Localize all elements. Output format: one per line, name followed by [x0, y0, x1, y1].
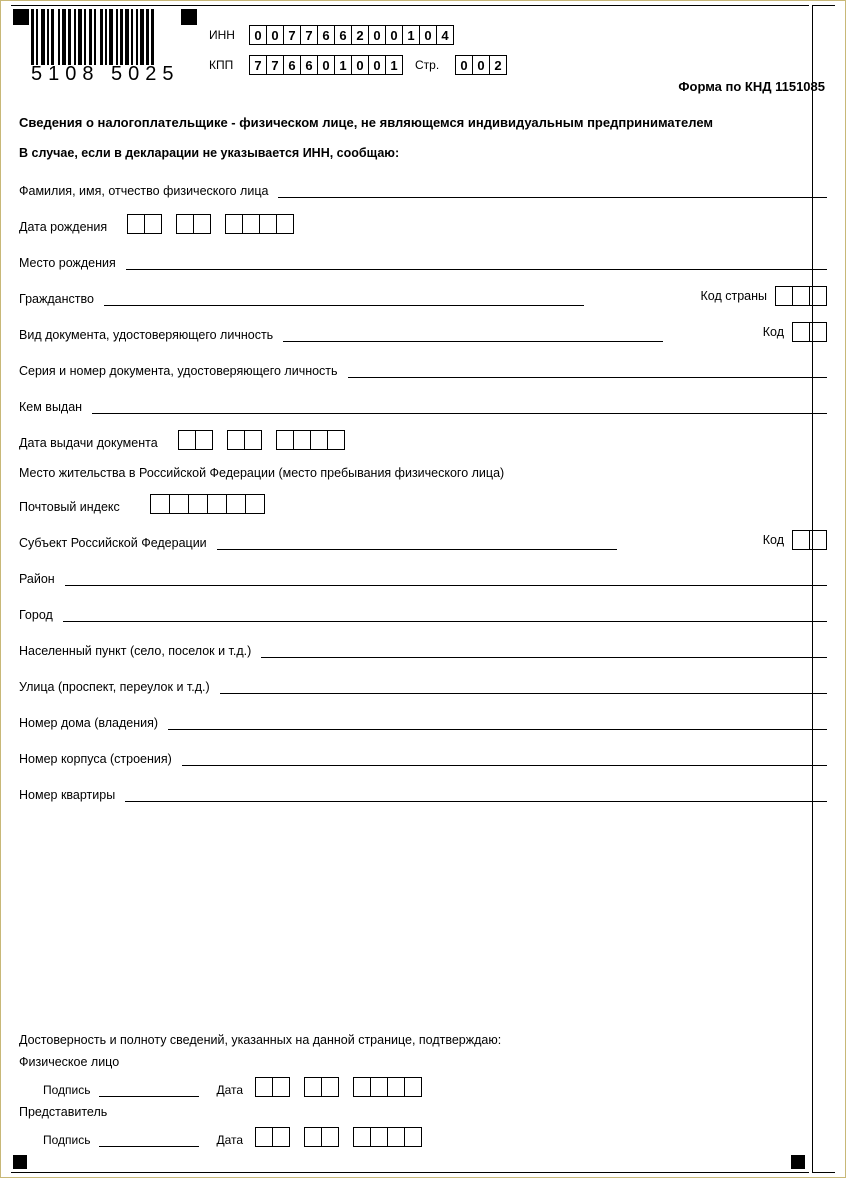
- residence-heading: Место жительства в Российской Федерации …: [19, 466, 827, 480]
- digit-cell: 1: [385, 55, 403, 75]
- digit-cell: 0: [385, 25, 403, 45]
- form-body: Сведения о налогоплательщике - физическо…: [19, 115, 827, 818]
- settlement-input-line[interactable]: [261, 643, 827, 658]
- digit-cell: 6: [334, 25, 352, 45]
- sig-date-label: Дата: [217, 1083, 244, 1097]
- subject-code-cells[interactable]: [792, 530, 827, 550]
- doc-type-label: Вид документа, удостоверяющего личность: [19, 328, 273, 342]
- digit-cell: 0: [266, 25, 284, 45]
- digit-cell: 2: [489, 55, 507, 75]
- marker-square: [791, 1155, 805, 1169]
- form-code: Форма по КНД 1151085: [678, 79, 825, 94]
- sig-date-label-2: Дата: [217, 1133, 244, 1147]
- marker-square: [13, 9, 29, 25]
- building-label: Номер корпуса (строения): [19, 752, 172, 766]
- sig-signature-label: Подпись: [43, 1083, 91, 1097]
- marker-square: [13, 1155, 27, 1169]
- house-label: Номер дома (владения): [19, 716, 158, 730]
- sig-representative-label: Представитель: [19, 1105, 827, 1119]
- district-input-line[interactable]: [65, 571, 827, 586]
- digit-cell: 7: [249, 55, 267, 75]
- digit-cell: 0: [472, 55, 490, 75]
- doc-type-input-line[interactable]: [283, 327, 663, 342]
- digit-cell: 0: [368, 55, 386, 75]
- doc-series-label: Серия и номер документа, удостоверяющего…: [19, 364, 338, 378]
- digit-cell: 6: [283, 55, 301, 75]
- sig-date-cells-2[interactable]: [255, 1127, 422, 1147]
- birth-place-label: Место рождения: [19, 256, 116, 270]
- digit-cell: 0: [455, 55, 473, 75]
- city-input-line[interactable]: [63, 607, 827, 622]
- digit-cell: 6: [317, 25, 335, 45]
- digit-cell: 0: [249, 25, 267, 45]
- page-label: Стр.: [415, 58, 449, 72]
- page: 5108 5025 ИНН 007766200104 КПП 776601001…: [0, 0, 846, 1178]
- apartment-input-line[interactable]: [125, 787, 827, 802]
- district-label: Район: [19, 572, 55, 586]
- inn-cells: 007766200104: [249, 25, 454, 45]
- barcode-digits: 5108 5025: [31, 63, 181, 86]
- digit-cell: 0: [351, 55, 369, 75]
- kpp-cells: 776601001: [249, 55, 403, 75]
- settlement-label: Населенный пункт (село, поселок и т.д.): [19, 644, 251, 658]
- street-label: Улица (проспект, переулок и т.д.): [19, 680, 210, 694]
- inn-label: ИНН: [209, 28, 243, 42]
- barcode-bars: [31, 9, 181, 65]
- digit-cell: 7: [266, 55, 284, 75]
- issued-by-label: Кем выдан: [19, 400, 82, 414]
- sig-signature-label-2: Подпись: [43, 1133, 91, 1147]
- sig-signature-line[interactable]: [99, 1082, 199, 1097]
- page-subtitle: В случае, если в декларации не указывает…: [19, 146, 827, 160]
- digit-cell: 1: [334, 55, 352, 75]
- doc-series-input-line[interactable]: [348, 363, 827, 378]
- digit-cell: 4: [436, 25, 454, 45]
- building-input-line[interactable]: [182, 751, 827, 766]
- digit-cell: 0: [419, 25, 437, 45]
- citizenship-label: Гражданство: [19, 292, 94, 306]
- sig-individual-label: Физическое лицо: [19, 1055, 827, 1069]
- header-fields: ИНН 007766200104 КПП 776601001 Стр. 002: [209, 25, 825, 85]
- birth-place-input-line[interactable]: [126, 255, 827, 270]
- fio-label: Фамилия, имя, отчество физического лица: [19, 184, 268, 198]
- house-input-line[interactable]: [168, 715, 827, 730]
- digit-cell: 7: [300, 25, 318, 45]
- issue-date-label: Дата выдачи документа: [19, 436, 158, 450]
- digit-cell: 6: [300, 55, 318, 75]
- apartment-label: Номер квартиры: [19, 788, 115, 802]
- subject-label: Субъект Российской Федерации: [19, 536, 207, 550]
- birth-date-label: Дата рождения: [19, 220, 107, 234]
- digit-cell: 2: [351, 25, 369, 45]
- digit-cell: 1: [402, 25, 420, 45]
- citizenship-input-line[interactable]: [104, 291, 584, 306]
- digit-cell: 0: [368, 25, 386, 45]
- marker-square: [181, 9, 197, 25]
- sig-signature-line-2[interactable]: [99, 1132, 199, 1147]
- barcode: 5108 5025: [31, 9, 181, 83]
- postal-label: Почтовый индекс: [19, 500, 120, 514]
- birth-date-cells[interactable]: [127, 214, 294, 234]
- postal-cells[interactable]: [150, 494, 265, 514]
- doc-code-label: Код: [763, 325, 784, 339]
- subject-input-line[interactable]: [217, 535, 617, 550]
- issue-date-cells[interactable]: [178, 430, 345, 450]
- sig-date-cells[interactable]: [255, 1077, 422, 1097]
- signature-block: Достоверность и полноту сведений, указан…: [19, 1033, 827, 1155]
- page-cells: 002: [455, 55, 507, 75]
- country-code-label: Код страны: [701, 289, 768, 303]
- doc-code-cells[interactable]: [792, 322, 827, 342]
- page-title: Сведения о налогоплательщике - физическо…: [19, 115, 827, 130]
- kpp-label: КПП: [209, 58, 243, 72]
- country-code-cells[interactable]: [775, 286, 827, 306]
- city-label: Город: [19, 608, 53, 622]
- digit-cell: 7: [283, 25, 301, 45]
- street-input-line[interactable]: [220, 679, 827, 694]
- fio-input-line[interactable]: [278, 183, 827, 198]
- subject-code-label: Код: [763, 533, 784, 547]
- sig-confirm-text: Достоверность и полноту сведений, указан…: [19, 1033, 827, 1047]
- issued-by-input-line[interactable]: [92, 399, 827, 414]
- digit-cell: 0: [317, 55, 335, 75]
